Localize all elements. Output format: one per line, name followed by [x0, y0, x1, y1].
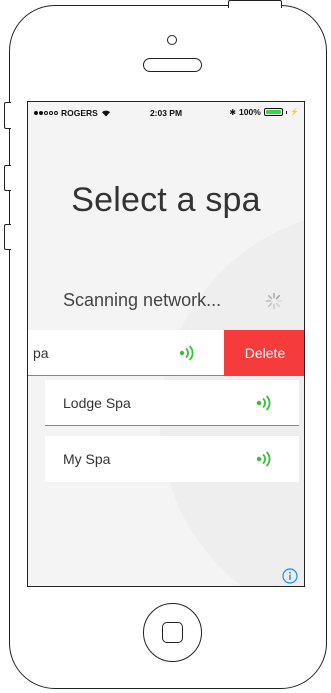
app-screen: ROGERS 2:03 PM ✱ 100% ⚡ Select a spa Sca… — [27, 101, 305, 587]
list-item[interactable]: My Spa — [45, 436, 299, 482]
wifi-signal-icon — [179, 345, 194, 361]
page-title: Select a spa — [71, 181, 261, 219]
charging-bolt-icon: ⚡ — [290, 109, 299, 116]
battery-icon — [263, 108, 283, 116]
spinner-tick — [275, 302, 281, 308]
battery-tip — [285, 110, 288, 114]
wifi-signal-icon — [256, 451, 271, 467]
spinner-tick — [275, 294, 281, 300]
spa-name: Lodge Spa — [63, 394, 131, 411]
volume-down-button — [4, 224, 11, 250]
scanning-status: Scanning network... — [63, 290, 222, 310]
home-button-square-icon — [162, 622, 183, 643]
loading-spinner-icon — [265, 292, 283, 310]
mute-switch — [4, 102, 11, 129]
status-right: ✱ 100% ⚡ — [229, 107, 299, 117]
list-item-swiped[interactable]: pa Delete — [28, 330, 304, 376]
earpiece-speaker — [143, 58, 202, 72]
wifi-signal-icon — [256, 395, 271, 411]
spinner-tick — [267, 294, 273, 300]
battery-fill — [265, 110, 281, 114]
spa-name: pa — [33, 344, 49, 361]
delete-button[interactable]: Delete — [224, 330, 304, 376]
front-camera — [167, 35, 177, 45]
list-item[interactable]: Lodge Spa — [45, 380, 299, 426]
volume-up-button — [4, 165, 11, 191]
bluetooth-icon: ✱ — [229, 107, 237, 117]
spinner-tick — [267, 302, 273, 308]
battery-percent: 100% — [239, 107, 261, 117]
info-icon[interactable] — [282, 568, 298, 584]
spa-name: My Spa — [63, 451, 111, 467]
status-bar: ROGERS 2:03 PM ✱ 100% ⚡ — [28, 102, 304, 122]
power-button — [228, 0, 282, 8]
